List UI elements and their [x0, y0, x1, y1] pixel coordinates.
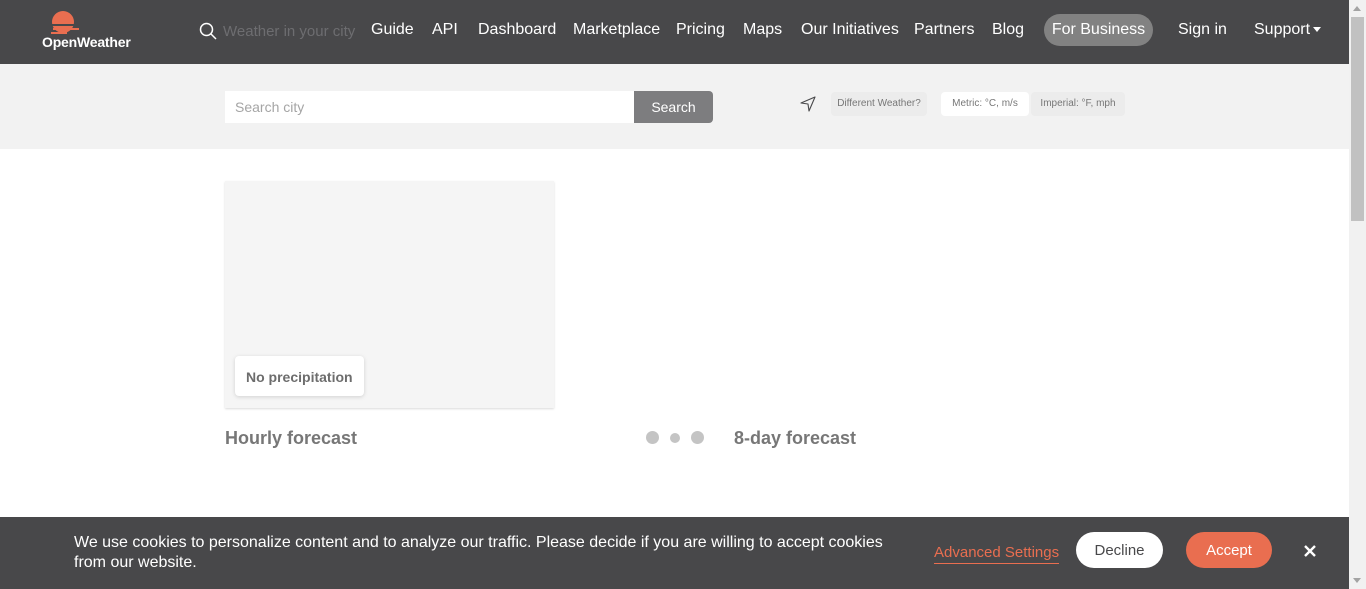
nav-link-guide[interactable]: Guide [371, 21, 414, 39]
city-search-bar: Search Different Weather? Metric: °C, m/… [0, 64, 1349, 149]
imperial-units-toggle[interactable]: Imperial: °F, mph [1031, 92, 1125, 116]
support-label: Support [1254, 21, 1311, 38]
loading-dot [646, 431, 659, 444]
for-business-button[interactable]: For Business [1044, 14, 1153, 46]
scroll-down-arrow-icon[interactable] [1353, 578, 1361, 583]
support-menu[interactable]: Support [1254, 21, 1322, 39]
metric-units-toggle[interactable]: Metric: °C, m/s [941, 92, 1029, 116]
logo-wordmark: OpenWeather [42, 34, 131, 50]
search-icon[interactable] [199, 22, 217, 40]
weather-search-input[interactable] [223, 20, 358, 42]
cookie-message: We use cookies to personalize content an… [74, 534, 883, 571]
sign-in-link[interactable]: Sign in [1178, 21, 1227, 39]
nav-link-marketplace[interactable]: Marketplace [573, 21, 660, 39]
different-weather-button[interactable]: Different Weather? [831, 92, 927, 116]
advanced-settings-link[interactable]: Advanced Settings [934, 544, 1060, 564]
decline-button[interactable]: Decline [1076, 532, 1163, 568]
chevron-down-icon [1313, 27, 1322, 33]
nav-link-pricing[interactable]: Pricing [676, 21, 725, 39]
nav-link-partners[interactable]: Partners [914, 21, 974, 39]
city-search-input[interactable] [225, 91, 634, 123]
precipitation-map-card: No precipitation [225, 181, 554, 408]
location-arrow-icon[interactable] [800, 96, 816, 112]
accept-button[interactable]: Accept [1186, 532, 1272, 568]
precipitation-badge: No precipitation [235, 356, 364, 396]
openweather-logo[interactable]: OpenWeather [40, 10, 140, 54]
search-button[interactable]: Search [634, 91, 713, 123]
nav-link-dashboard[interactable]: Dashboard [478, 21, 556, 39]
page: OpenWeather Guide API Dashboard Marketpl… [0, 0, 1366, 589]
daily-forecast-title: 8-day forecast [734, 428, 857, 448]
loading-dot [691, 431, 704, 444]
nav-link-maps[interactable]: Maps [743, 21, 782, 39]
nav-link-api[interactable]: API [432, 21, 458, 39]
loading-dot [670, 433, 680, 443]
scrollbar-thumb[interactable] [1351, 17, 1364, 221]
close-icon[interactable] [1303, 544, 1317, 558]
scroll-up-arrow-icon[interactable] [1353, 6, 1361, 11]
hourly-forecast-title: Hourly forecast [225, 428, 358, 448]
nav-link-initiatives[interactable]: Our Initiatives [801, 21, 899, 39]
top-navigation: OpenWeather Guide API Dashboard Marketpl… [0, 0, 1349, 64]
cookie-consent-banner: We use cookies to personalize content an… [0, 517, 1349, 589]
nav-link-blog[interactable]: Blog [992, 21, 1024, 39]
vertical-scrollbar[interactable] [1349, 0, 1366, 589]
